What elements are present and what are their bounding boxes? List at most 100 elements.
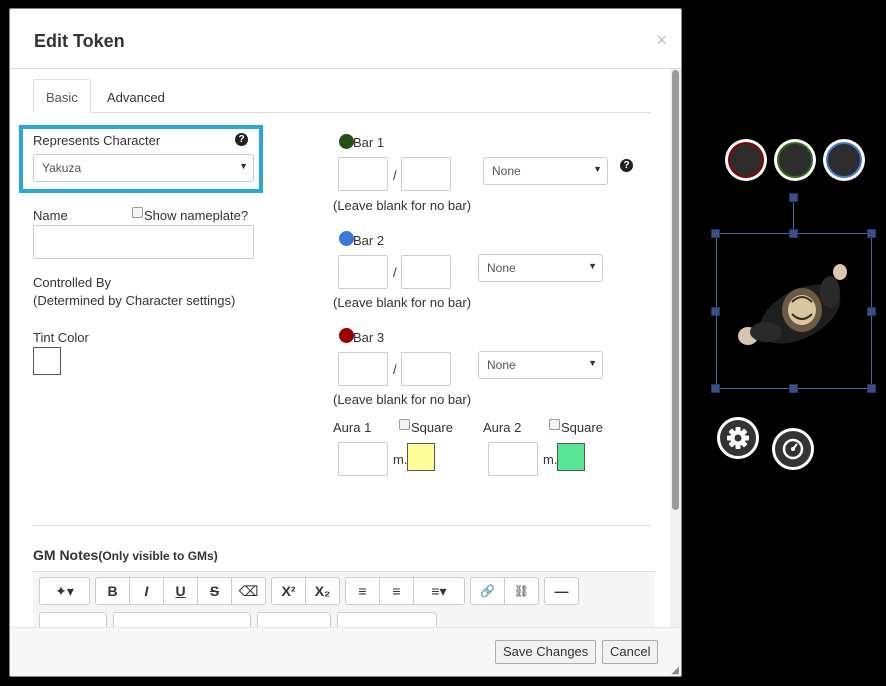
show-nameplate-checkbox[interactable]: [132, 207, 143, 218]
chevron-down-icon: ▼: [588, 358, 597, 368]
cancel-button[interactable]: Cancel: [602, 640, 659, 664]
chevron-down-icon: ▼: [588, 261, 597, 271]
aura1-radius-input[interactable]: [338, 442, 388, 476]
scrollbar-thumb[interactable]: [672, 70, 679, 510]
name-input[interactable]: [33, 225, 254, 259]
resize-handle-s[interactable]: [789, 384, 798, 393]
aura1-square-checkbox[interactable]: [399, 419, 410, 430]
aura1-label: Aura 1: [333, 420, 372, 435]
tint-color-swatch[interactable]: [33, 347, 61, 375]
table-tools-icon[interactable]: [113, 612, 251, 627]
bar2-link-value: None: [487, 261, 516, 275]
unordered-list-icon[interactable]: ≡: [379, 577, 414, 605]
resize-handle-ne[interactable]: [867, 229, 876, 238]
highlight-color-icon[interactable]: [39, 612, 107, 627]
bar1-link-select[interactable]: None ▼: [483, 157, 608, 185]
status-ring-red-inner: [728, 142, 764, 178]
bar3-color-dot[interactable]: [339, 328, 354, 343]
tint-color-label: Tint Color: [33, 330, 89, 345]
magic-wand-icon[interactable]: ✦▾: [39, 577, 90, 605]
aura2-square-label: Square: [561, 420, 603, 435]
aura2-label: Aura 2: [483, 420, 522, 435]
status-ring-red[interactable]: [725, 139, 767, 181]
bar2-color-dot[interactable]: [339, 231, 354, 246]
unlink-icon[interactable]: ⛓: [504, 577, 539, 605]
gm-notes-label: GM Notes(Only visible to GMs): [33, 547, 218, 563]
bold-icon[interactable]: B: [95, 577, 130, 605]
aura2-radius-input[interactable]: [488, 442, 538, 476]
subscript-icon[interactable]: X₂: [305, 577, 340, 605]
resize-handle-se[interactable]: [867, 384, 876, 393]
bar2-label: Bar 2: [353, 233, 385, 248]
represents-help-icon[interactable]: ?: [235, 133, 248, 146]
bar1-label: Bar 1: [353, 135, 385, 150]
bar3-hint: (Leave blank for no bar): [333, 392, 472, 407]
status-ring-green-inner: [777, 142, 813, 178]
chevron-down-icon: ▼: [593, 164, 602, 174]
rich-text-toolbar: ✦▾ B I U S ⌫ X² X₂ ≡ ≡ ≡▾ 🔗 ⛓ —: [33, 571, 655, 627]
bar3-max-input[interactable]: [401, 352, 451, 386]
represents-character-label: Represents Character: [33, 133, 161, 148]
token-settings-button[interactable]: [717, 417, 759, 459]
aura2-square-checkbox[interactable]: [549, 419, 560, 430]
underline-icon[interactable]: U: [163, 577, 198, 605]
aura2-color-swatch[interactable]: [557, 443, 585, 471]
name-label: Name: [33, 208, 68, 223]
bar2-link-select[interactable]: None ▼: [478, 254, 603, 282]
bar1-separator: /: [393, 168, 397, 183]
token-quick-menu-button[interactable]: [772, 428, 814, 470]
bar2-max-input[interactable]: [401, 255, 451, 289]
rotate-line: [793, 198, 794, 233]
resize-handle-w[interactable]: [711, 307, 720, 316]
dialog-title: Edit Token: [34, 31, 125, 51]
gear-icon: [727, 427, 749, 449]
bar3-separator: /: [393, 362, 397, 377]
gm-notes-sub: (Only visible to GMs): [98, 549, 218, 563]
row-tools-icon[interactable]: [337, 612, 437, 627]
bar3-link-select[interactable]: None ▼: [478, 351, 603, 379]
controlled-by-note: (Determined by Character settings): [33, 293, 236, 308]
ordered-list-icon[interactable]: ≡: [345, 577, 380, 605]
bar3-value-input[interactable]: [338, 352, 388, 386]
eraser-icon[interactable]: ⌫: [231, 577, 266, 605]
bar1-color-dot[interactable]: [339, 134, 354, 149]
bar2-separator: /: [393, 265, 397, 280]
bar3-label: Bar 3: [353, 330, 385, 345]
dialog-footer: Save Changes Cancel ◢: [10, 627, 681, 676]
bar1-help-icon[interactable]: ?: [620, 159, 633, 172]
bar1-link-value: None: [492, 164, 521, 178]
represents-character-select[interactable]: Yakuza ▼: [33, 154, 254, 182]
tab-basic[interactable]: Basic: [33, 79, 91, 113]
tab-advanced[interactable]: Advanced: [94, 79, 178, 113]
superscript-icon[interactable]: X²: [271, 577, 306, 605]
bar2-value-input[interactable]: [338, 255, 388, 289]
bar1-max-input[interactable]: [401, 157, 451, 191]
strikethrough-icon[interactable]: S: [197, 577, 232, 605]
section-divider: [33, 525, 651, 526]
represents-character-value: Yakuza: [42, 161, 82, 175]
gm-notes-title: GM Notes: [33, 547, 99, 563]
italic-icon[interactable]: I: [129, 577, 164, 605]
align-icon[interactable]: ≡▾: [413, 577, 465, 605]
cell-tools-icon[interactable]: [257, 612, 331, 627]
status-ring-blue-inner: [826, 142, 862, 178]
resize-handle-e[interactable]: [867, 307, 876, 316]
resize-grip-icon[interactable]: ◢: [671, 665, 679, 676]
bar2-hint: (Leave blank for no bar): [333, 295, 472, 310]
link-icon[interactable]: 🔗: [470, 577, 505, 605]
aura2-unit: m.: [543, 452, 558, 467]
controlled-by-label: Controlled By: [33, 275, 112, 290]
save-changes-button[interactable]: Save Changes: [495, 640, 597, 664]
status-ring-blue[interactable]: [823, 139, 865, 181]
resize-handle-n[interactable]: [789, 229, 798, 238]
horizontal-rule-icon[interactable]: —: [544, 577, 579, 605]
rotate-handle[interactable]: [789, 193, 798, 202]
token-figure[interactable]: [726, 262, 858, 358]
chevron-down-icon: ▼: [239, 161, 248, 171]
close-icon[interactable]: ×: [656, 30, 667, 51]
aura1-color-swatch[interactable]: [407, 443, 435, 471]
bar1-value-input[interactable]: [338, 157, 388, 191]
resize-handle-sw[interactable]: [711, 384, 720, 393]
status-ring-green[interactable]: [774, 139, 816, 181]
resize-handle-nw[interactable]: [711, 229, 720, 238]
